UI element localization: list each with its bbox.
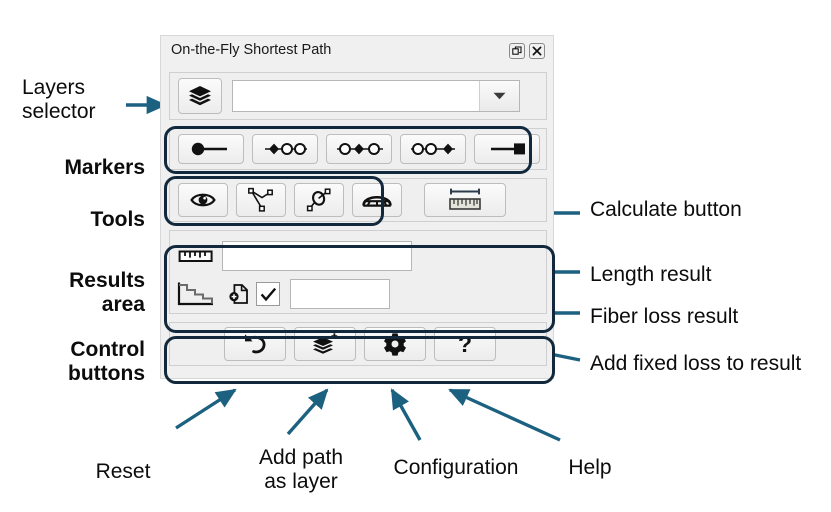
markers-row <box>169 128 547 170</box>
configuration-button[interactable] <box>364 327 426 361</box>
panel-titlebar: On-the-Fly Shortest Path <box>161 36 553 66</box>
polyline-icon <box>248 187 273 212</box>
layers-combo[interactable] <box>232 80 520 112</box>
length-ruler-icon <box>170 247 222 265</box>
attenuation-chart-icon <box>170 281 222 307</box>
svg-text:?: ? <box>458 331 472 357</box>
help-button[interactable]: ? <box>434 327 496 361</box>
undock-icon[interactable] <box>509 43 525 59</box>
tools-row <box>169 178 547 222</box>
close-icon[interactable] <box>529 43 545 59</box>
add-document-icon[interactable] <box>222 283 256 305</box>
tool-bridge[interactable] <box>352 183 402 217</box>
loop-icon <box>306 188 331 212</box>
tool-visibility[interactable] <box>178 183 228 217</box>
arrow-reset <box>175 388 237 430</box>
bridge-icon <box>362 195 392 207</box>
start-point-icon <box>191 142 227 156</box>
marker-point-3[interactable] <box>400 134 466 164</box>
length-result-field[interactable] <box>222 241 412 271</box>
reset-button[interactable] <box>224 327 286 361</box>
marker-start[interactable] <box>178 134 244 164</box>
gear-icon <box>384 333 406 356</box>
titlebar-buttons <box>509 43 545 59</box>
ruler-icon <box>449 188 481 210</box>
calculate-button[interactable] <box>424 183 506 217</box>
undo-icon <box>245 334 266 354</box>
arrow-configuration <box>390 388 422 441</box>
screenshot-root: Layers selector Markers Tools Results ar… <box>0 0 831 512</box>
layers-selector-row <box>169 72 547 120</box>
on-the-fly-shortest-path-panel: On-the-Fly Shortest Path ? <box>160 35 554 379</box>
add-path-layer-button[interactable] <box>294 327 356 361</box>
waypoint-1-icon <box>265 143 307 155</box>
add-layer-icon <box>313 333 338 354</box>
layers-icon-button[interactable] <box>178 78 222 114</box>
fiber-loss-result-field[interactable] <box>290 279 390 309</box>
length-result-row <box>170 239 546 273</box>
waypoint-3-icon <box>411 143 455 155</box>
results-area <box>169 230 547 314</box>
marker-point-1[interactable] <box>252 134 318 164</box>
arrow-add-path-as-layer <box>286 388 329 436</box>
layers-icon <box>189 86 211 106</box>
arrow-help <box>448 388 561 442</box>
tool-loop[interactable] <box>294 183 344 217</box>
end-point-icon <box>491 143 525 155</box>
tool-polyline[interactable] <box>236 183 286 217</box>
add-fixed-loss-checkbox[interactable] <box>256 282 280 306</box>
eye-icon <box>190 193 216 207</box>
fiber-loss-result-row <box>170 277 546 311</box>
question-mark-icon: ? <box>458 331 472 357</box>
panel-title: On-the-Fly Shortest Path <box>171 42 332 58</box>
control-buttons-row: ? <box>169 322 547 366</box>
waypoint-2-icon <box>337 143 383 155</box>
marker-point-2[interactable] <box>326 134 392 164</box>
marker-end[interactable] <box>474 134 540 164</box>
layers-combo-input[interactable] <box>233 81 479 111</box>
chevron-down-icon[interactable] <box>479 81 519 111</box>
